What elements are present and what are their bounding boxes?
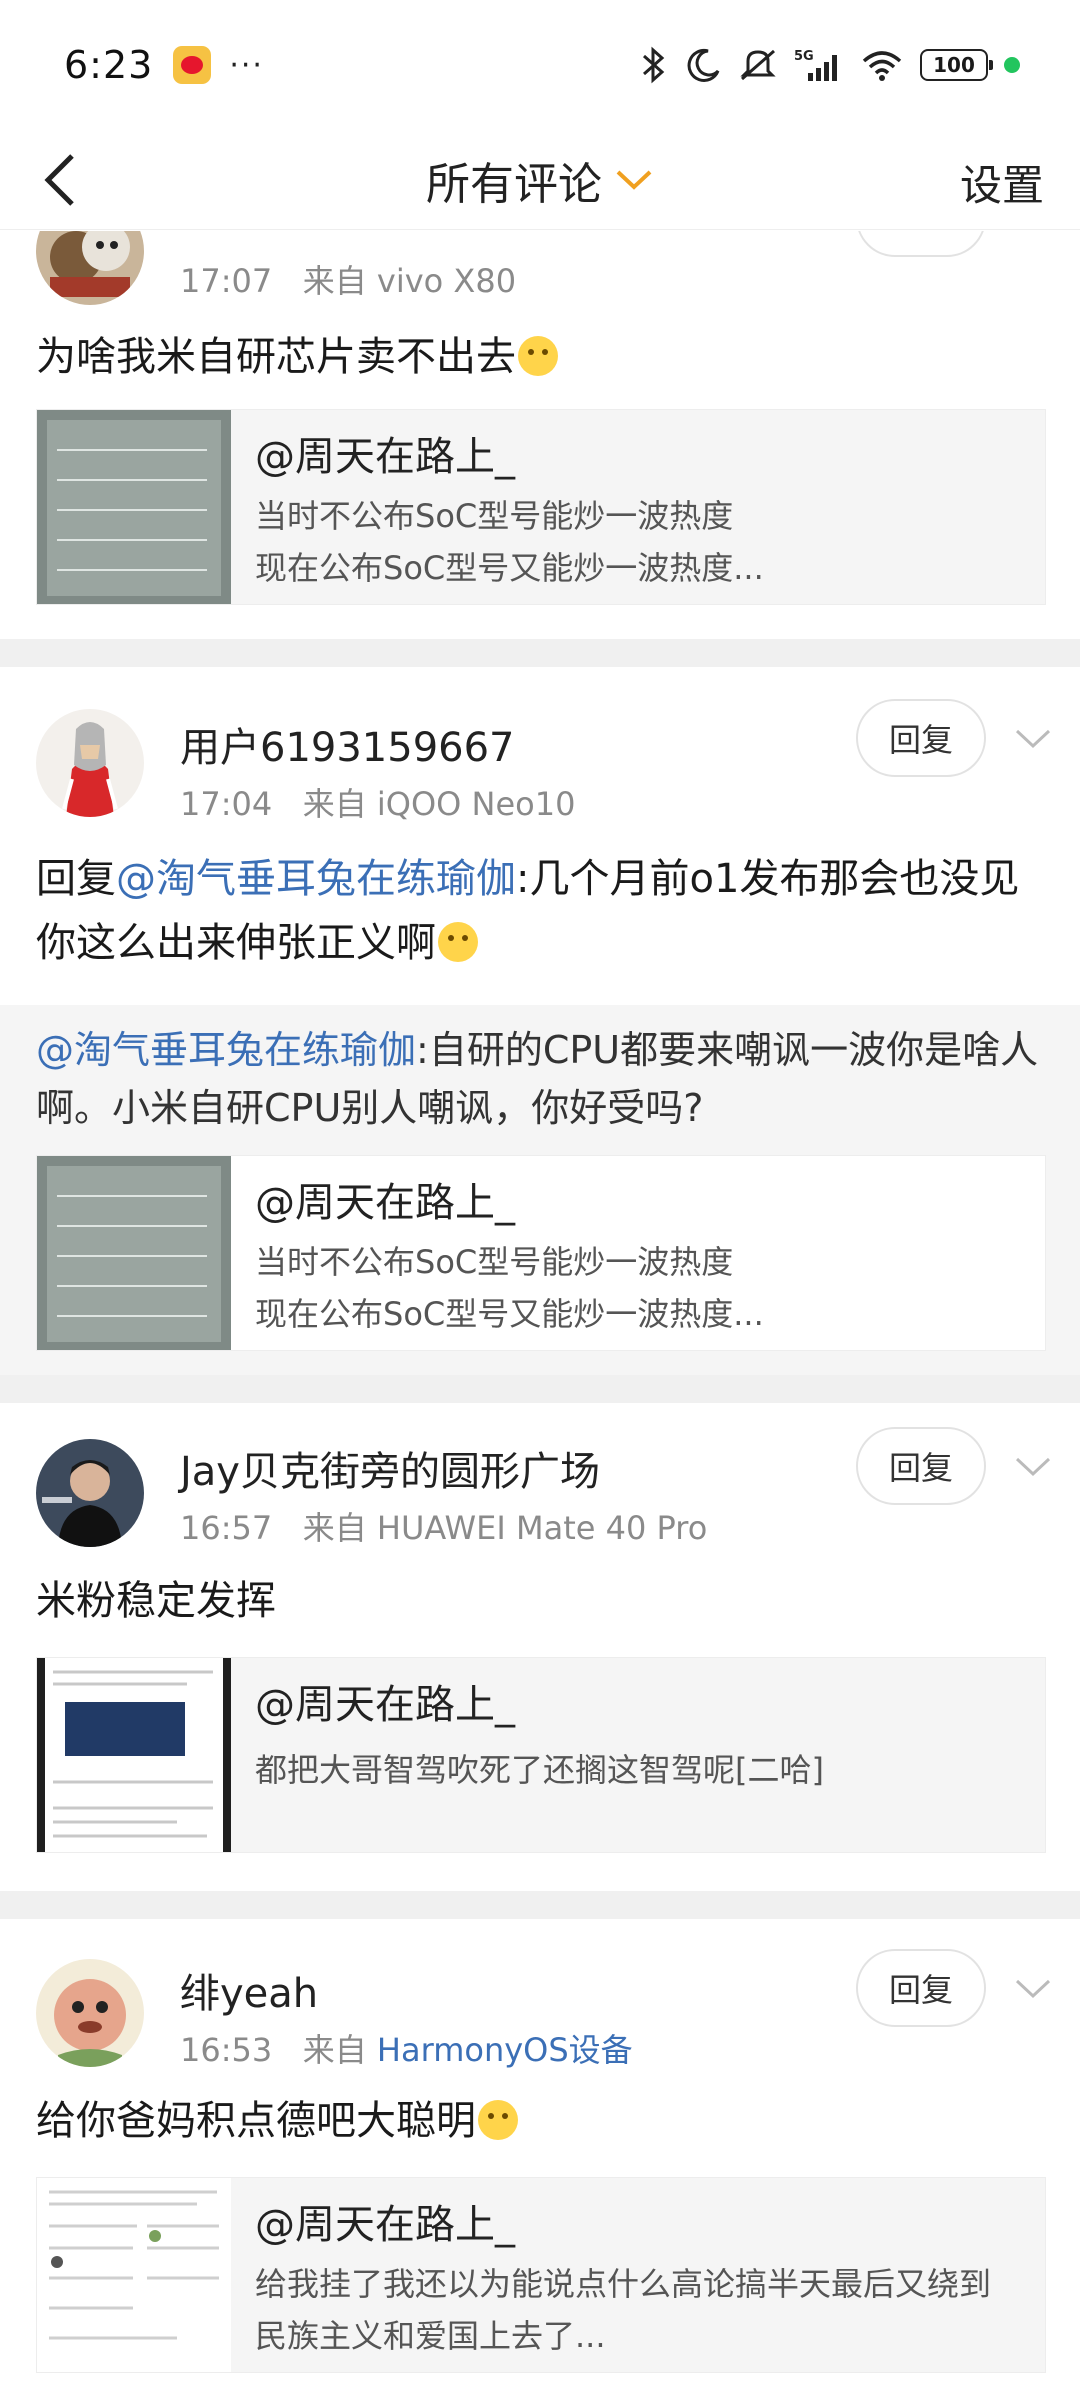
post-author: @周天在路上_ (255, 1682, 515, 1728)
status-time: 6:23 (64, 43, 154, 87)
back-button[interactable] (30, 150, 90, 210)
avatar[interactable] (36, 1439, 144, 1547)
chevron-left-icon (44, 154, 74, 206)
mention-link[interactable]: @淘气垂耳兔在练瑜伽 (116, 856, 516, 902)
comment-meta: 16:53 来自 HarmonyOS设备 (180, 2025, 633, 2071)
weibo-notification-icon (173, 46, 212, 84)
chevron-down-icon (616, 170, 652, 190)
signal-5g-icon: 5G (794, 49, 837, 81)
post-author: @周天在路上_ (255, 1180, 515, 1226)
post-author: @周天在路上_ (255, 2202, 515, 2248)
comment-item: Jay贝克街旁的圆形广场 16:57 来自 HUAWEI Mate 40 Pro… (0, 1403, 1080, 1891)
reply-button[interactable]: 回复 (856, 699, 986, 777)
linked-post-card[interactable]: @周天在路上_ 当时不公布SoC型号能炒一波热度 现在公布SoC型号又能炒一波热… (36, 1155, 1046, 1351)
privacy-indicator-dot (1004, 57, 1020, 73)
post-thumbnail (37, 1156, 231, 1350)
avatar[interactable] (36, 231, 144, 305)
nav-bar: 所有评论 设置 (0, 130, 1080, 230)
post-excerpt: 当时不公布SoC型号能炒一波热度 现在公布SoC型号又能炒一波热度... (255, 497, 764, 587)
page-title: 所有评论 (426, 158, 602, 210)
network-type-label: 5G (794, 49, 814, 64)
post-thumbnail (37, 1658, 231, 1852)
post-excerpt: 都把大哥智驾吹死了还搁这智驾呢[二哈] (255, 1751, 824, 1789)
comment-item: 绯yeah 16:53 来自 HarmonyOS设备 回复 给你爸妈积点德吧大聪… (0, 1919, 1080, 2379)
comment-time: 17:07 (180, 262, 273, 300)
status-bar: 6:23 ··· 5G 100 (0, 0, 1080, 130)
post-excerpt: 当时不公布SoC型号能炒一波热度 现在公布SoC型号又能炒一波热度... (255, 1243, 764, 1333)
battery-level: 100 (933, 53, 975, 77)
battery-indicator: 100 (920, 49, 993, 81)
do-not-disturb-moon-icon (687, 48, 720, 82)
linked-post-card[interactable]: @周天在路上_ 当时不公布SoC型号能炒一波热度 现在公布SoC型号又能炒一波热… (36, 409, 1046, 605)
comment-feed[interactable]: 17:07 来自 vivo X80 为啥我米自研芯片卖不出去 @周天在路上_ 当… (0, 231, 1080, 2400)
linked-post-card[interactable]: @周天在路上_ 都把大哥智驾吹死了还搁这智驾呢[二哈] (36, 1657, 1046, 1853)
comment-time: 16:53 (180, 2031, 273, 2069)
comment-source: 来自 vivo X80 (302, 262, 517, 300)
comment-time: 17:04 (180, 785, 273, 823)
chevron-down-icon[interactable] (1013, 1977, 1053, 2001)
linked-post-card[interactable]: @周天在路上_ 给我挂了我还以为能说点什么高论搞半天最后又绕到 民族主义和爱国上… (36, 2177, 1046, 2373)
comment-text: 米粉稳定发挥 (36, 1578, 276, 1624)
device-link[interactable]: HarmonyOS设备 (377, 2031, 633, 2069)
comment-text: 给你爸妈积点德吧大聪明 (36, 2089, 1046, 2153)
comment-meta: 17:04 来自 iQOO Neo10 (180, 779, 575, 825)
hand-wave-emoji-icon (478, 2100, 518, 2140)
comment-text: 为啥我米自研芯片卖不出去 (36, 325, 1046, 389)
quoted-comment[interactable]: @淘气垂耳兔在练瑜伽:自研的CPU都要来嘲讽一波你是啥人啊。小米自研CPU别人嘲… (0, 1005, 1080, 1375)
reply-button[interactable]: 回复 (856, 1427, 986, 1505)
comment-meta: 16:57 来自 HUAWEI Mate 40 Pro (180, 1503, 707, 1549)
comment-source: 来自 HUAWEI Mate 40 Pro (302, 1509, 708, 1547)
wifi-icon (862, 51, 902, 81)
comment-text: 回复@淘气垂耳兔在练瑜伽:几个月前o1发布那会也没见你这么出来伸张正义啊 (36, 856, 1020, 966)
comment-filter-dropdown[interactable]: 所有评论 (426, 148, 654, 212)
quoted-text: @淘气垂耳兔在练瑜伽:自研的CPU都要来嘲讽一波你是啥人啊。小米自研CPU别人嘲… (36, 1028, 1039, 1130)
comment-item: 用户6193159667 17:04 来自 iQOO Neo10 回复 回复@淘… (0, 667, 1080, 1375)
reply-button[interactable]: 回复 (856, 1949, 986, 2027)
mute-icon (740, 49, 776, 81)
post-author: @周天在路上_ (255, 434, 515, 480)
bluetooth-icon (643, 46, 665, 84)
comment-meta: 17:07 来自 vivo X80 (180, 256, 516, 302)
comment-time: 16:57 (180, 1509, 273, 1547)
divider (0, 1375, 1080, 1403)
reply-button[interactable] (856, 231, 986, 257)
post-thumbnail (37, 410, 231, 604)
avatar[interactable] (36, 709, 144, 817)
username[interactable]: 绯yeah (180, 1961, 318, 2019)
comment-source: 来自 (302, 2031, 367, 2069)
chevron-down-icon[interactable] (1013, 1455, 1053, 1479)
more-notifications-icon: ··· (229, 47, 264, 83)
chevron-down-icon[interactable] (1013, 727, 1053, 751)
post-excerpt: 给我挂了我还以为能说点什么高论搞半天最后又绕到 民族主义和爱国上去了... (255, 2265, 992, 2355)
username[interactable]: Jay贝克街旁的圆形广场 (180, 1439, 600, 1497)
divider (0, 639, 1080, 667)
post-thumbnail (37, 2178, 231, 2372)
settings-button[interactable]: 设置 (960, 152, 1044, 213)
divider (0, 1891, 1080, 1919)
avatar[interactable] (36, 1959, 144, 2067)
comment-source: 来自 iQOO Neo10 (302, 785, 576, 823)
mention-link[interactable]: @淘气垂耳兔在练瑜伽 (36, 1028, 416, 1072)
smile-emoji-icon (438, 922, 478, 962)
laughing-crying-emoji-icon (518, 336, 558, 376)
username[interactable]: 用户6193159667 (180, 715, 515, 773)
comment-item: 17:07 来自 vivo X80 为啥我米自研芯片卖不出去 @周天在路上_ 当… (0, 231, 1080, 639)
